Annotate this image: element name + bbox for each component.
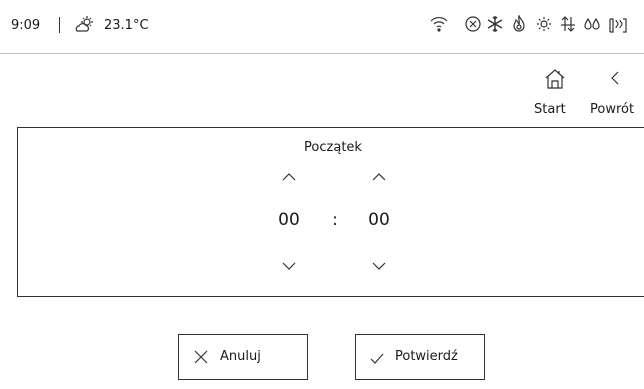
status-separator	[59, 17, 60, 33]
close-circle-icon[interactable]	[464, 15, 482, 37]
time-separator: :	[332, 210, 338, 230]
heating-icon[interactable]	[607, 15, 629, 39]
drops-icon[interactable]	[582, 15, 602, 37]
snowflake-icon[interactable]	[486, 15, 504, 37]
clock: 9:09	[11, 18, 41, 33]
home-button[interactable]: Start	[530, 68, 578, 120]
outdoor-temperature: 23.1°C	[104, 18, 149, 33]
panel-title: Początek	[304, 140, 362, 155]
hours-down-chevron-icon[interactable]	[281, 257, 297, 276]
minutes-up-chevron-icon[interactable]	[371, 168, 387, 187]
home-icon	[544, 68, 566, 94]
cancel-label: Anuluj	[220, 349, 261, 364]
wifi-icon[interactable]	[429, 15, 449, 37]
flame-icon[interactable]	[510, 14, 528, 37]
sun-cloud-icon	[74, 14, 96, 38]
hours-up-chevron-icon[interactable]	[281, 168, 297, 187]
cancel-button[interactable]: Anuluj	[178, 334, 308, 380]
back-label: Powrót	[590, 102, 635, 117]
minutes-value[interactable]: 00	[359, 209, 399, 231]
close-icon	[193, 349, 209, 369]
confirm-label: Potwierdź	[395, 349, 458, 364]
flow-arrows-icon[interactable]	[558, 15, 578, 37]
home-label: Start	[534, 102, 566, 117]
back-button[interactable]: Powrót	[587, 68, 644, 120]
minutes-down-chevron-icon[interactable]	[371, 257, 387, 276]
confirm-button[interactable]: Potwierdź	[355, 334, 485, 380]
gear-icon[interactable]	[534, 15, 554, 37]
checkmark-icon	[369, 350, 385, 370]
hours-value[interactable]: 00	[269, 209, 309, 231]
chevron-left-icon	[609, 70, 621, 90]
